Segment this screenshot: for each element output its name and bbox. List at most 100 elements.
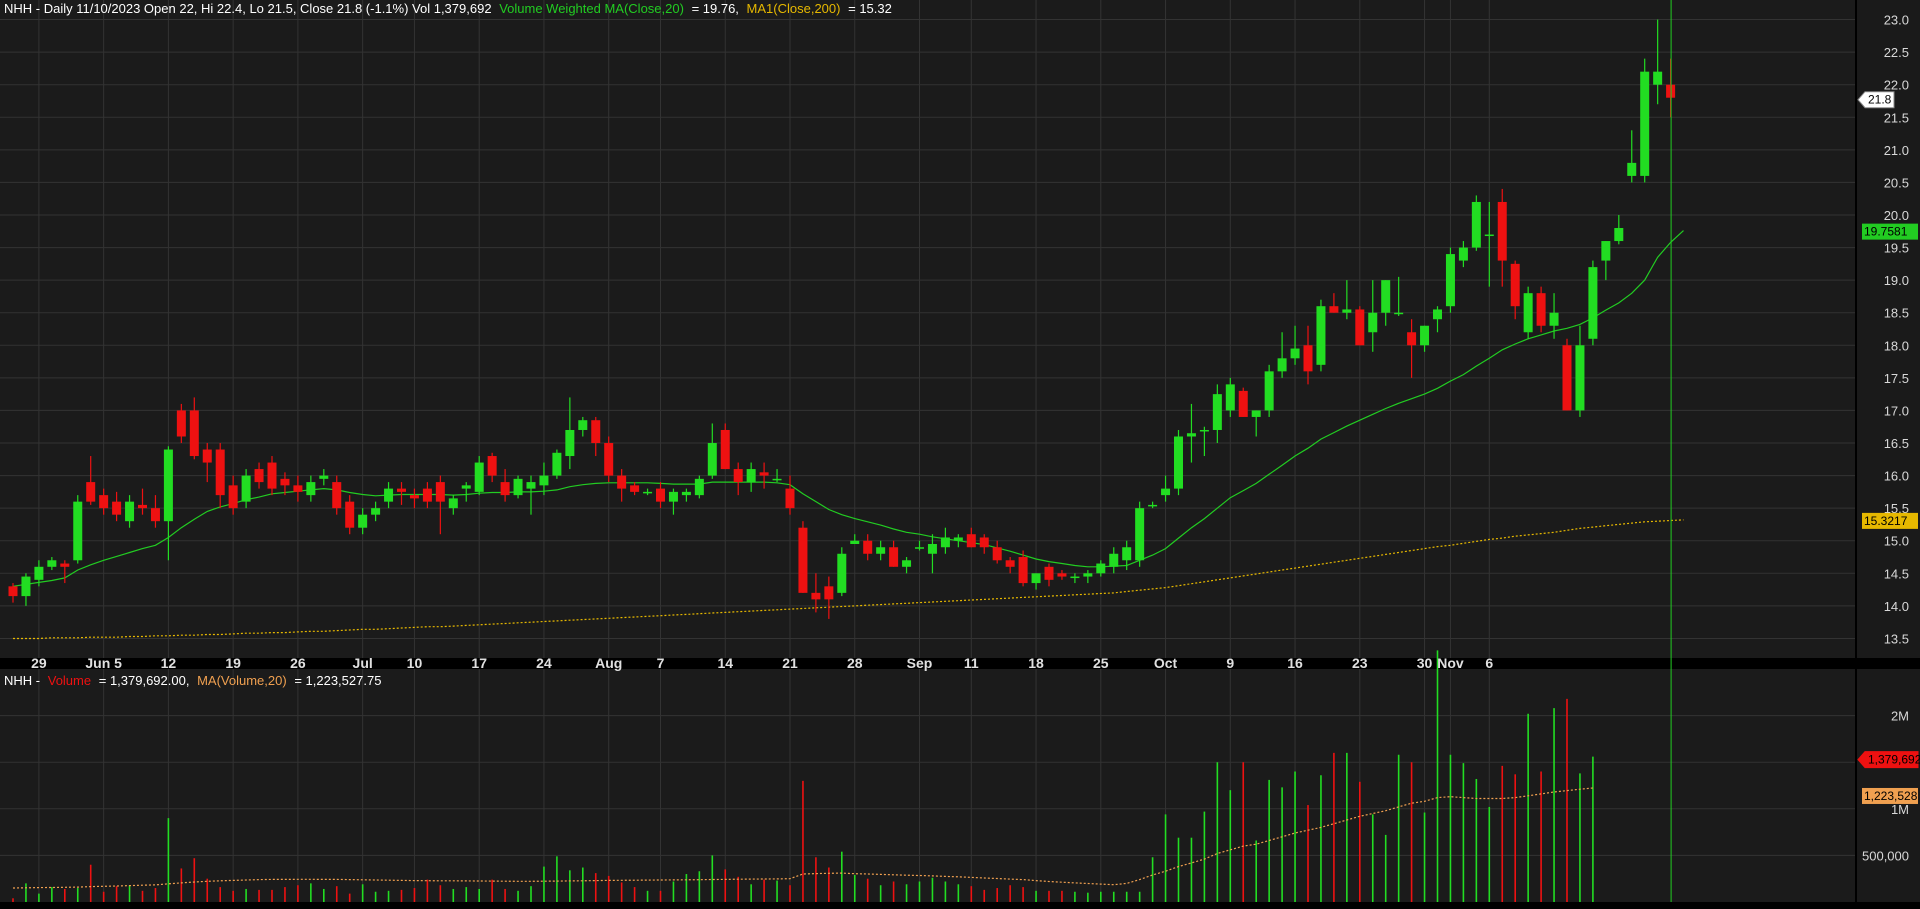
volume-last-tag: 1,379,692 <box>1857 751 1920 769</box>
date-tick-label: 30 <box>1417 655 1433 671</box>
candle-body <box>1005 560 1015 567</box>
volume-axis-panel <box>1857 669 1920 902</box>
candle-body <box>448 498 458 509</box>
price-tick-label: 22.0 <box>1884 78 1909 93</box>
candle-body <box>1109 553 1119 567</box>
date-tick-label: 7 <box>657 655 665 671</box>
candle-body <box>306 482 316 496</box>
price-tick-label: 17.0 <box>1884 403 1909 418</box>
date-tick-label: Nov <box>1437 655 1464 671</box>
price-tick-label: 20.5 <box>1884 175 1909 190</box>
candle-body <box>656 488 665 502</box>
candle-body <box>552 452 562 476</box>
price-header-prefix: NHH - Daily 11/10/2023 Open 22, Hi 22.4,… <box>4 1 492 16</box>
candle-body <box>889 547 899 567</box>
candle-body <box>474 462 484 492</box>
candle-body <box>163 449 173 522</box>
candle-body <box>1368 312 1378 333</box>
vwma-tag-text: 19.7581 <box>1864 225 1908 239</box>
candle-body <box>850 540 860 544</box>
candle-body <box>1471 201 1481 248</box>
price-tick-label: 22.5 <box>1884 45 1909 60</box>
price-tick-label: 13.5 <box>1884 631 1909 646</box>
candle-body <box>267 462 277 489</box>
candle-body <box>332 482 342 509</box>
candle-body <box>189 410 199 457</box>
volume-header: NHH - Volume = 1,379,692.00, MA(Volume,2… <box>4 673 381 688</box>
candle-body <box>992 547 1002 561</box>
date-tick-label: 25 <box>1093 655 1109 671</box>
date-tick-label: Sep <box>907 655 933 671</box>
date-tick-label: 29 <box>31 655 47 671</box>
price-pane[interactable] <box>0 0 1855 658</box>
date-tick-label: 17 <box>471 655 487 671</box>
vwma-legend-value: = 19.76, <box>692 1 739 16</box>
candle-body <box>202 449 212 463</box>
candle-body <box>47 560 57 567</box>
candle-body <box>1031 573 1041 584</box>
candle-body <box>720 429 730 470</box>
candle-body <box>772 478 782 481</box>
last-price-tag-text: 21.8 <box>1868 93 1892 107</box>
candle-body <box>1601 241 1611 261</box>
candle-body <box>591 420 601 444</box>
candle-body <box>1445 254 1455 307</box>
candle-body <box>1407 332 1417 346</box>
candle-body <box>824 586 834 600</box>
candle-body <box>1057 573 1067 577</box>
candle-body <box>1588 267 1598 339</box>
candle-body <box>979 537 989 548</box>
candle-body <box>1238 390 1248 417</box>
date-tick-label: 14 <box>717 655 733 671</box>
candle-body <box>228 485 238 509</box>
price-tick-label: 16.5 <box>1884 436 1909 451</box>
price-tick-label: 18.0 <box>1884 338 1909 353</box>
price-tick-label: 14.0 <box>1884 599 1909 614</box>
candle-body <box>73 501 83 561</box>
candle-body <box>927 543 937 554</box>
candle-body <box>1277 358 1287 372</box>
candle-body <box>1523 293 1533 333</box>
volume-tick-label: 2M <box>1891 709 1909 724</box>
volume-pane[interactable] <box>0 669 1855 902</box>
candle-body <box>1225 384 1235 411</box>
candle-body <box>1251 410 1261 417</box>
candle-body <box>409 495 419 499</box>
price-tick-label: 16.0 <box>1884 469 1909 484</box>
last-price-tag: 21.8 <box>1857 91 1895 109</box>
candle-body <box>150 508 160 522</box>
candle-body <box>953 537 963 541</box>
candle-body <box>915 547 924 549</box>
candle-body <box>617 475 627 489</box>
candle-body <box>1135 508 1145 561</box>
ma200-legend-value: = 15.32 <box>848 1 892 16</box>
candle-body <box>578 420 588 430</box>
date-tick-label: 6 <box>1485 655 1493 671</box>
ma200-legend-label: MA1(Close,200) <box>747 1 841 16</box>
candle-body <box>837 553 847 593</box>
ma200-tag-text: 15.3217 <box>1864 514 1908 528</box>
candle-body <box>99 495 109 509</box>
date-tick-label: Oct <box>1154 655 1178 671</box>
candle-body <box>422 488 432 502</box>
candle-body <box>34 566 44 580</box>
candle-body <box>487 456 497 476</box>
volume-tick-label: 1M <box>1891 802 1909 817</box>
candle-body <box>1044 566 1054 580</box>
date-tick-label: 10 <box>407 655 423 671</box>
date-tick-label: 9 <box>1226 655 1234 671</box>
volume-legend-value: = 1,379,692.00, <box>99 673 190 688</box>
candle-body <box>1549 312 1559 326</box>
volume-ma-legend-value: = 1,223,527.75 <box>294 673 381 688</box>
candle-body <box>630 485 640 492</box>
candle-body <box>500 482 510 496</box>
candle-body <box>681 491 691 496</box>
candle-body <box>1199 429 1209 432</box>
candle-body <box>461 485 471 489</box>
date-tick-label: 21 <box>782 655 798 671</box>
candle-body <box>60 563 70 567</box>
candle-body <box>1614 228 1624 242</box>
stock-chart[interactable]: 29 Jun 5 12 19 26 Jul 10 17 24 Aug 7 14 21 28 Sep 11 18 2… <box>0 0 1920 909</box>
candle-body <box>1484 234 1494 237</box>
price-tick-label: 17.5 <box>1884 371 1909 386</box>
